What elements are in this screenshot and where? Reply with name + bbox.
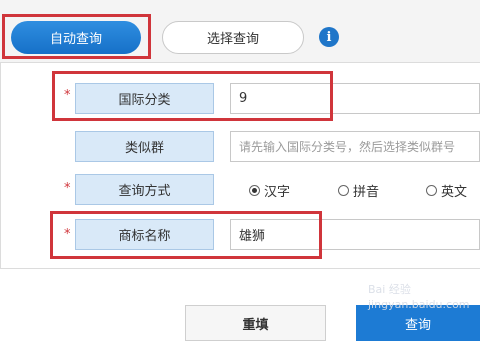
form-border-left bbox=[0, 63, 1, 269]
watermark-line2: jingyan.baidu.com bbox=[368, 298, 470, 311]
radio-pinyin-dot[interactable] bbox=[338, 185, 349, 196]
radio-english-dot[interactable] bbox=[426, 185, 437, 196]
baidu-jingyan-watermark: Bai 经验 jingyan.baidu.com bbox=[368, 282, 470, 312]
reset-button[interactable]: 重填 bbox=[185, 305, 326, 341]
info-icon[interactable]: i bbox=[319, 27, 339, 47]
radio-hanzi-label: 汉字 bbox=[264, 185, 291, 200]
radio-hanzi-dot[interactable] bbox=[249, 185, 260, 196]
required-mark-intl-class: * bbox=[64, 88, 71, 103]
trademark-name-label: 商标名称 bbox=[75, 219, 214, 250]
info-icon-glyph: i bbox=[326, 29, 332, 45]
intl-class-label: 国际分类 bbox=[75, 83, 214, 114]
required-mark-trademark-name: * bbox=[64, 227, 71, 242]
radio-pinyin-label: 拼音 bbox=[353, 185, 380, 200]
radio-pinyin[interactable]: 拼音 bbox=[338, 181, 379, 200]
radio-hanzi[interactable]: 汉字 bbox=[249, 181, 290, 200]
similar-group-label: 类似群 bbox=[75, 131, 214, 162]
tab-auto-query[interactable]: 自动查询 bbox=[11, 21, 141, 54]
watermark-line1: Bai 经验 bbox=[368, 283, 411, 296]
radio-english-label: 英文 bbox=[441, 185, 468, 200]
radio-english[interactable]: 英文 bbox=[426, 181, 467, 200]
tab-select-query[interactable]: 选择查询 bbox=[162, 21, 304, 54]
query-method-label: 查询方式 bbox=[75, 174, 214, 205]
intl-class-input[interactable]: 9 bbox=[230, 83, 480, 114]
similar-group-input[interactable]: 请先输入国际分类号，然后选择类似群号 bbox=[230, 131, 480, 162]
required-mark-query-method: * bbox=[64, 181, 71, 196]
trademark-name-input[interactable]: 雄狮 bbox=[230, 219, 480, 250]
form-border-bottom bbox=[0, 268, 480, 269]
